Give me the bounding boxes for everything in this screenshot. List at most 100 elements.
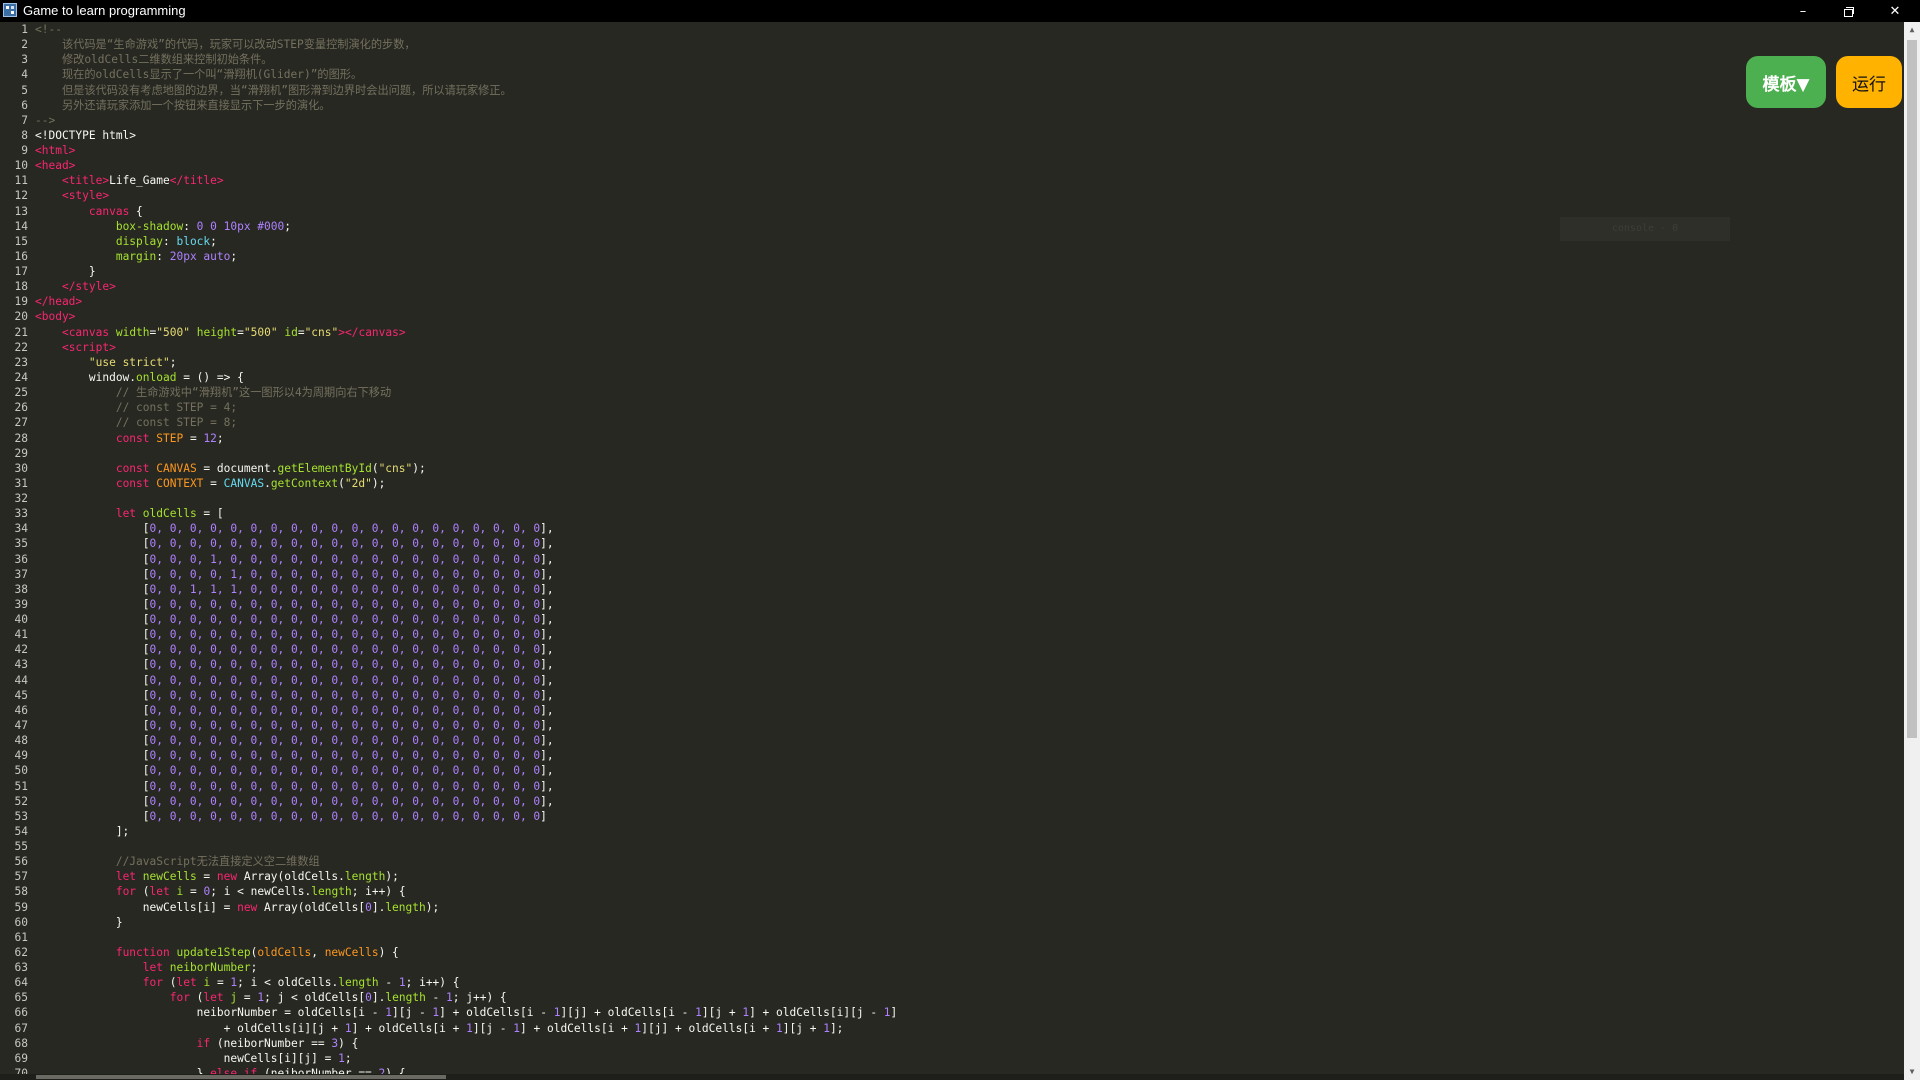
code-line: 44 [0, 0, 0, 0, 0, 0, 0, 0, 0, 0, 0, 0, … [0,673,554,688]
restore-button[interactable] [1826,0,1872,22]
code-token [35,189,62,202]
scroll-up-arrow-icon[interactable]: ▲ [1904,22,1920,38]
code-token [35,401,116,414]
code-line: 60 } [0,915,123,930]
code-token: } [35,1067,210,1074]
code-token: [ [35,749,150,762]
code-line: 53 [0, 0, 0, 0, 0, 0, 0, 0, 0, 0, 0, 0, … [0,809,547,824]
code-token: [ [35,583,150,596]
line-number: 44 [0,673,28,688]
code-line: 13 canvas { [0,204,143,219]
line-number: 48 [0,733,28,748]
code-line: 2 该代码是“生命游戏”的代码，玩家可以改动STEP变量控制演化的步数， [0,37,416,52]
code-token: ] + oldCells[i - [439,1006,554,1019]
code-line: 24 window.onload = () => { [0,370,244,385]
code-token: ], [540,734,553,747]
line-number: 21 [0,325,28,340]
code-token [35,976,143,989]
code-token: "2d" [345,477,372,490]
code-token: 1 [823,1022,830,1035]
line-number: 40 [0,612,28,627]
line-number: 39 [0,597,28,612]
code-token: 0, 0, 0, 0, 0, 0, 0, 0, 0, 0, 0, 0, 0, 0… [150,764,541,777]
line-number: 53 [0,809,28,824]
code-token: 1 [345,1022,352,1035]
code-token: id [284,326,297,339]
line-number: 43 [0,657,28,672]
code-token [136,507,143,520]
code-token [35,250,116,263]
code-token: window. [35,371,136,384]
code-token: <script> [62,341,116,354]
code-line: 55 [0,839,35,854]
line-number: 19 [0,294,28,309]
code-token: ; i++) { [406,976,460,989]
template-dropdown-button[interactable]: 模板▼ [1746,56,1826,108]
horizontal-scrollbar[interactable] [0,1074,1904,1080]
code-line: 27 // const STEP = 8; [0,415,237,430]
code-token: // 生命游戏中“滑翔机”这一图形以4为周期向右下移动 [116,386,391,399]
minimize-button[interactable]: – [1780,0,1826,22]
line-number: 1 [0,22,28,37]
restore-icon [1844,7,1854,16]
code-token: 0, 0, 0, 0, 0, 0, 0, 0, 0, 0, 0, 0, 0, 0… [150,537,541,550]
line-number: 42 [0,642,28,657]
line-number: 12 [0,188,28,203]
code-line: 50 [0, 0, 0, 0, 0, 0, 0, 0, 0, 0, 0, 0, … [0,763,554,778]
code-token: 0, 0, 0, 0, 0, 0, 0, 0, 0, 0, 0, 0, 0, 0… [150,780,541,793]
code-line: 1<!-- [0,22,62,37]
code-token: "cns" [305,326,339,339]
code-token: ], [540,674,553,687]
code-token: ; i++) { [352,885,406,898]
code-token: length [385,901,425,914]
code-token: : [183,220,196,233]
code-token: oldCells [143,507,197,520]
code-token: CONTEXT [156,477,203,490]
code-line: 61 [0,930,35,945]
code-token: let [143,961,163,974]
code-token: = [203,477,223,490]
code-line: 10<head> [0,158,75,173]
code-line: 18 </style> [0,279,116,294]
code-line: 48 [0, 0, 0, 0, 0, 0, 0, 0, 0, 0, 0, 0, … [0,733,554,748]
code-token: ] + oldCells[i][j - [749,1006,884,1019]
code-token: update1Step [176,946,250,959]
vertical-scrollbar[interactable]: ▲ ▼ [1904,22,1920,1080]
code-line: 19</head> [0,294,82,309]
code-editor[interactable]: 1<!--2 该代码是“生命游戏”的代码，玩家可以改动STEP变量控制演化的步数… [0,22,1904,1074]
code-token: oldCells [257,946,311,959]
code-token: block [176,235,210,248]
code-token: "cns" [379,462,413,475]
line-number: 61 [0,930,28,945]
code-token: ], [540,764,553,777]
code-token: length [311,885,351,898]
code-token: if [197,1037,210,1050]
code-token: (neiborNumber == [210,1037,331,1050]
scroll-down-arrow-icon[interactable]: ▼ [1904,1064,1920,1080]
horizontal-scroll-thumb[interactable] [36,1075,446,1079]
code-token: Array(oldCells. [237,870,345,883]
line-number: 51 [0,779,28,794]
code-token: length [338,976,378,989]
code-token: // const STEP = 8; [116,416,237,429]
code-token: 0, 0, 0, 0, 0, 0, 0, 0, 0, 0, 0, 0, 0, 0… [150,658,541,671]
code-token: = [183,885,203,898]
vertical-scroll-thumb[interactable] [1907,40,1917,738]
line-number: 47 [0,718,28,733]
code-line: 11 <title>Life_Game</title> [0,173,224,188]
code-token: neiborNumber = oldCells[i - [35,1006,385,1019]
line-number: 60 [0,915,28,930]
code-token: STEP [156,432,183,445]
code-token: ; [284,220,291,233]
code-line: 57 let newCells = new Array(oldCells.len… [0,869,399,884]
code-token: "500" [244,326,278,339]
code-line: 20<body> [0,309,75,324]
line-number: 52 [0,794,28,809]
code-line: 51 [0, 0, 0, 0, 0, 0, 0, 0, 0, 0, 0, 0, … [0,779,554,794]
code-token: ], [540,553,553,566]
close-button[interactable]: ✕ [1872,0,1918,22]
code-token: let [150,885,170,898]
line-number: 55 [0,839,28,854]
run-button[interactable]: 运行 [1836,56,1902,108]
code-token: ; [217,432,224,445]
